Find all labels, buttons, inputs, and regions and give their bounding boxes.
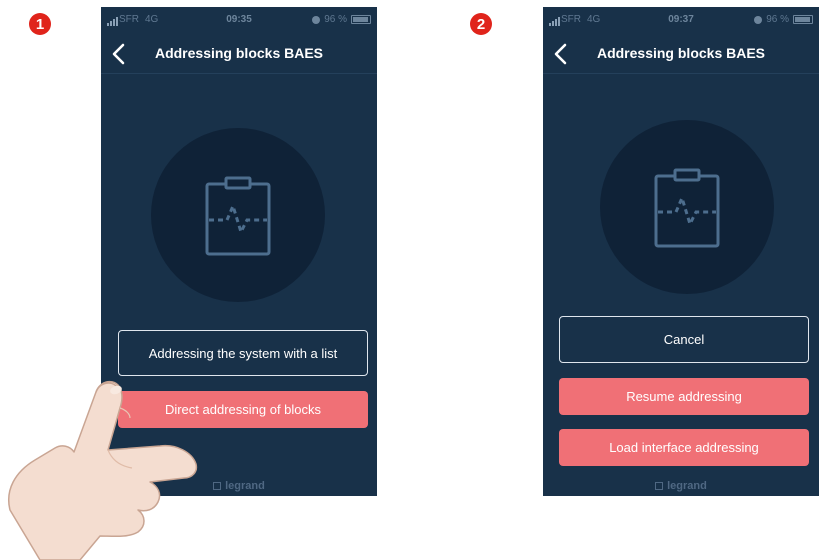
- pointing-hand-icon: [8, 380, 198, 560]
- nav-bar: Addressing blocks BAES: [101, 35, 377, 74]
- battery-icon: [793, 15, 813, 24]
- clipboard-pulse-icon: [205, 176, 271, 256]
- legrand-mark-icon: [655, 482, 664, 490]
- hero-circle: [600, 120, 774, 294]
- brand-logo: legrand: [543, 480, 819, 492]
- step-badge-1: 1: [29, 13, 51, 35]
- status-bar: SFR 4G 09:35 96 %: [101, 7, 377, 35]
- do-not-disturb-icon: [754, 15, 763, 24]
- load-interface-addressing-button[interactable]: Load interface addressing: [559, 429, 809, 466]
- battery-percent: 96 %: [766, 14, 789, 25]
- step-badge-2: 2: [470, 13, 492, 35]
- battery-icon: [351, 15, 371, 24]
- status-bar: SFR 4G 09:37 96 %: [543, 7, 819, 35]
- do-not-disturb-icon: [312, 15, 321, 24]
- hero-circle: [151, 128, 325, 302]
- page-title: Addressing blocks BAES: [596, 45, 766, 61]
- resume-addressing-button[interactable]: Resume addressing: [559, 378, 809, 415]
- page-title: Addressing blocks BAES: [154, 45, 324, 61]
- battery-percent: 96 %: [324, 14, 347, 25]
- clipboard-pulse-icon: [654, 168, 720, 248]
- legrand-mark-icon: [213, 482, 222, 490]
- phone-screen-2: SFR 4G 09:37 96 % Addressing blocks BAES…: [543, 7, 819, 496]
- cancel-button[interactable]: Cancel: [559, 316, 809, 363]
- logo-text: legrand: [225, 480, 265, 492]
- nav-bar: Addressing blocks BAES: [543, 35, 819, 74]
- logo-text: legrand: [667, 480, 707, 492]
